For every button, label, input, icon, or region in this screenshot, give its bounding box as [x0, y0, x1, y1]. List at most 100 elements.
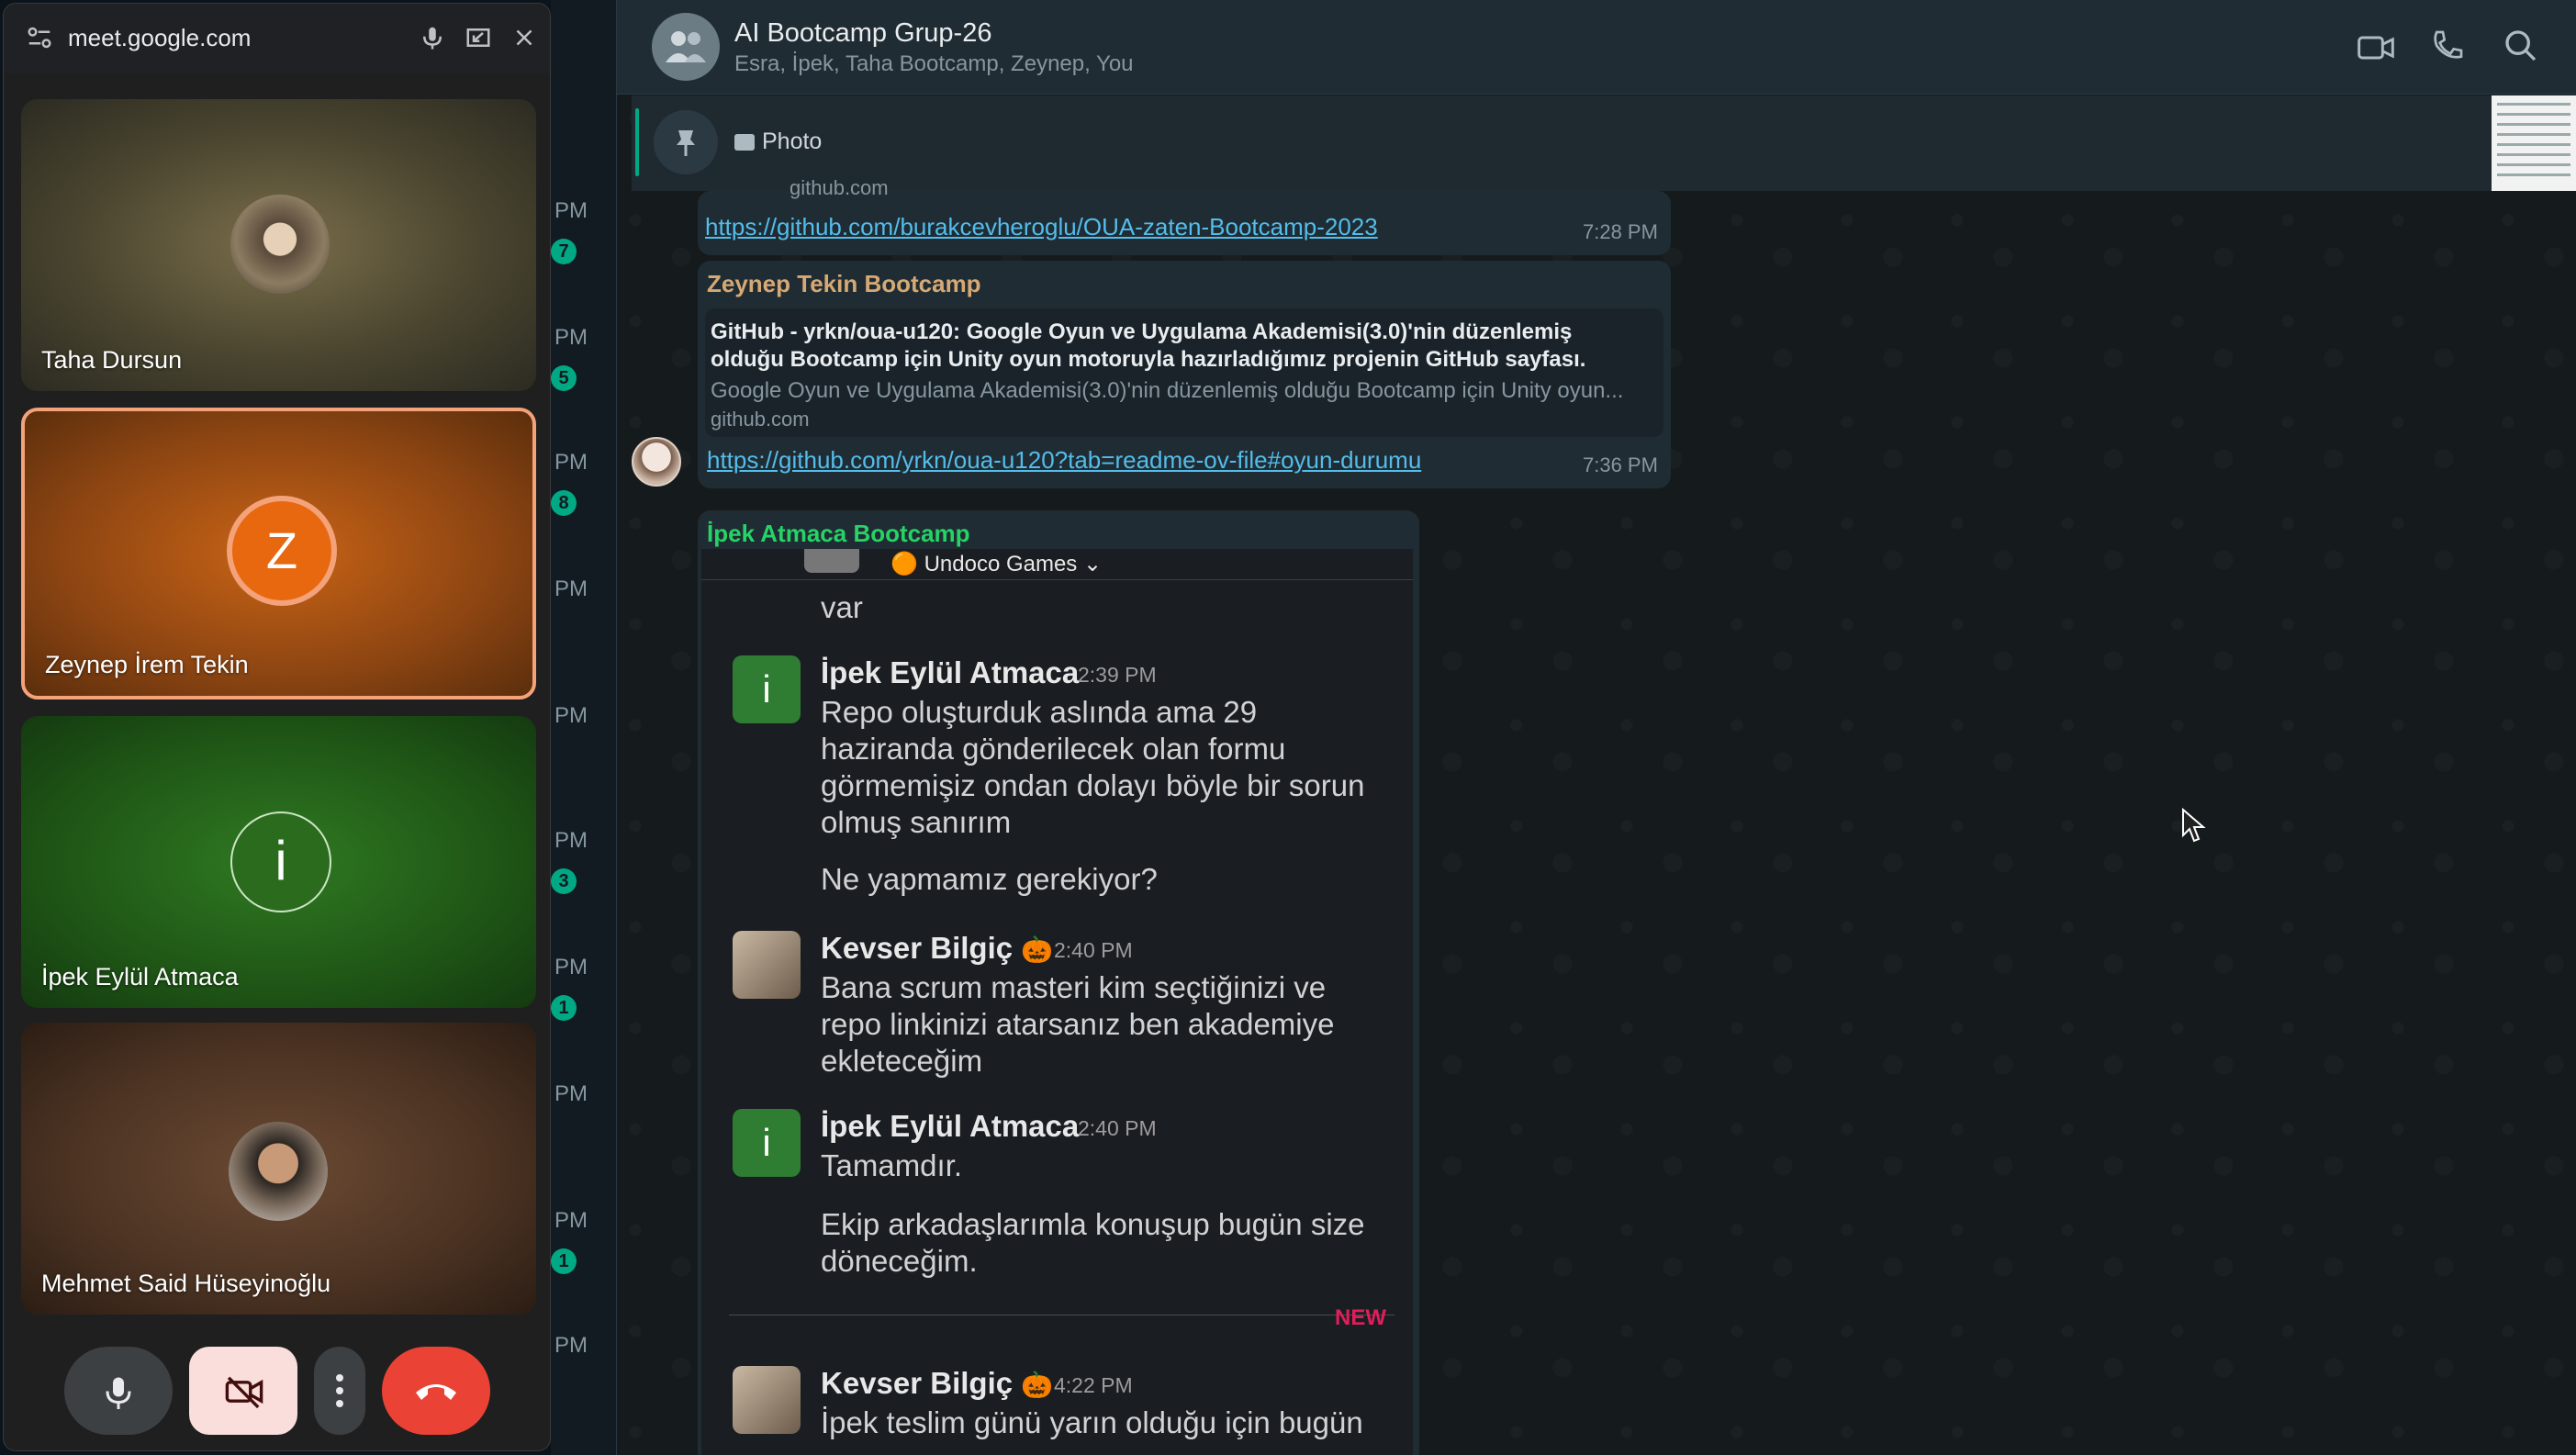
slack-time: 2:39 PM — [1078, 663, 1157, 687]
more-vert-icon — [336, 1374, 343, 1407]
message-link[interactable]: https://github.com/burakcevheroglu/OUA-z… — [705, 213, 1378, 241]
pin-indicator — [635, 108, 639, 176]
participant-avatar — [230, 195, 330, 294]
slack-text: olmuş sanırım — [821, 805, 1012, 839]
mic-button[interactable] — [64, 1347, 173, 1435]
slack-avatar: i — [733, 655, 801, 723]
pinned-label-text: Photo — [762, 129, 823, 154]
slack-text: haziranda gönderilecek olan formu — [821, 732, 1286, 766]
video-call-icon[interactable] — [2356, 28, 2396, 68]
slack-text: Ne yapmamız gerekiyor? — [821, 862, 1158, 896]
pumpkin-emoji: 🎃 — [1021, 935, 1054, 964]
participant-tile[interactable]: i İpek Eylül Atmaca — [21, 716, 536, 1008]
chat-time: PM — [554, 828, 588, 853]
mouse-cursor-icon — [2182, 808, 2206, 843]
group-icon — [666, 31, 706, 62]
chat-time: PM — [554, 450, 588, 475]
back-to-tab-icon[interactable] — [465, 24, 494, 53]
pinned-message-bar[interactable] — [632, 95, 2576, 191]
participant-name: Taha Dursun — [41, 346, 183, 374]
slack-header-cut: 🟠 Undoco Games ⌄ — [701, 549, 1413, 580]
slack-avatar — [733, 1366, 801, 1434]
workspace-avatar — [804, 549, 859, 573]
slack-author-text: Kevser Bilgiç — [821, 1366, 1014, 1400]
close-icon[interactable] — [510, 24, 540, 53]
preview-description: Google Oyun ve Uygulama Akademisi(3.0)'n… — [711, 378, 1624, 403]
message-bubble[interactable]: github.com https://github.com/burakcevhe… — [698, 176, 1671, 255]
preview-domain: github.com — [711, 408, 810, 431]
group-members: Esra, İpek, Taha Bootcamp, Zeynep, You — [734, 51, 1134, 76]
link-preview-domain: github.com — [790, 176, 889, 199]
slack-time: 2:40 PM — [1054, 938, 1133, 962]
slack-author: İpek Eylül Atmaca — [821, 655, 1080, 689]
unread-badge: 5 — [551, 365, 577, 391]
pinned-photo-label: Photo — [734, 129, 822, 155]
slack-text: repo linkinizi atarsanız ben akademiye — [821, 1007, 1335, 1041]
slack-text: görmemişiz ondan dolayı böyle bir sorun — [821, 768, 1365, 802]
slack-time: 4:22 PM — [1054, 1373, 1133, 1397]
slack-text: Ekip arkadaşlarımla konuşup bugün size — [821, 1207, 1365, 1241]
slack-text: döneceğim. — [821, 1244, 978, 1278]
link-preview-card[interactable]: GitHub - yrkn/oua-u120: Google Oyun ve U… — [705, 308, 1663, 437]
sender-avatar[interactable] — [632, 437, 681, 487]
group-name: AI Bootcamp Grup-26 — [734, 18, 992, 48]
leave-call-button[interactable] — [382, 1347, 490, 1435]
chat-list-strip: PM 7 PM 5 PM 8 PM PM PM 3 PM 1 PM PM 1 P… — [551, 0, 617, 1455]
unread-badge: 1 — [551, 995, 577, 1021]
participant-name: Zeynep İrem Tekin — [45, 651, 249, 678]
slack-author-text: Kevser Bilgiç — [821, 931, 1014, 965]
slack-time: 2:40 PM — [1078, 1116, 1157, 1140]
participant-name: İpek Eylül Atmaca — [41, 963, 239, 991]
unread-badge: 3 — [551, 868, 577, 894]
camera-off-button[interactable] — [189, 1347, 297, 1435]
more-options-button[interactable] — [314, 1347, 365, 1435]
slack-author: İpek Eylül Atmaca — [821, 1109, 1080, 1143]
participant-tile[interactable]: Taha Dursun — [21, 99, 536, 391]
camera-icon — [734, 134, 755, 151]
slack-screenshot-image[interactable]: 🟠 Undoco Games ⌄ var i İpek Eylül Atmaca… — [701, 549, 1413, 1455]
chat-time: PM — [554, 1081, 588, 1106]
message-time: 7:28 PM — [1583, 220, 1658, 243]
unread-badge: 1 — [551, 1248, 577, 1274]
search-icon[interactable] — [2503, 28, 2543, 68]
microphone-icon — [106, 1377, 131, 1409]
group-avatar[interactable] — [652, 13, 720, 81]
message-link[interactable]: https://github.com/yrkn/oua-u120?tab=rea… — [707, 446, 1421, 475]
participant-avatar — [229, 1122, 328, 1221]
slack-text: İpek teslim günü yarın olduğu için bugün — [821, 1405, 1363, 1439]
slack-text: ekleteceğim — [821, 1044, 983, 1078]
unread-badge: 7 — [551, 239, 577, 264]
message-sender: İpek Atmaca Bootcamp — [707, 520, 970, 547]
slack-text: Bana scrum masteri kim seçtiğinizi ve — [821, 970, 1327, 1004]
pinned-thumbnail[interactable] — [2492, 95, 2576, 191]
microphone-icon[interactable] — [419, 24, 448, 53]
voice-call-icon[interactable] — [2429, 28, 2470, 68]
new-label: NEW — [1335, 1305, 1386, 1330]
hang-up-icon — [416, 1384, 456, 1400]
site-settings-icon[interactable] — [26, 24, 55, 53]
slack-text: Tamamdır. — [821, 1148, 963, 1182]
participant-name: Mehmet Said Hüseyinoğlu — [41, 1270, 331, 1297]
participant-tile-active-speaker[interactable]: Z Zeynep İrem Tekin — [21, 408, 536, 700]
chat-header[interactable]: AI Bootcamp Grup-26 Esra, İpek, Taha Boo… — [617, 0, 2576, 95]
message-sender: Zeynep Tekin Bootcamp — [707, 270, 981, 297]
chat-time: PM — [554, 955, 588, 979]
slack-text: var — [821, 590, 863, 624]
slack-avatar: i — [733, 1109, 801, 1177]
message-bubble[interactable]: Zeynep Tekin Bootcamp GitHub - yrkn/oua-… — [698, 261, 1671, 488]
chat-time: PM — [554, 703, 588, 728]
meet-pip-window[interactable]: meet.google.com Taha Dursun Z Zeynep İre… — [3, 3, 551, 1451]
chat-time: PM — [554, 1333, 588, 1358]
slack-avatar — [733, 931, 801, 999]
pin-icon[interactable] — [654, 110, 718, 174]
preview-title-line-1: GitHub - yrkn/oua-u120: Google Oyun ve U… — [711, 319, 1573, 344]
camera-off-icon — [225, 1376, 263, 1409]
participant-initial-avatar: i — [230, 811, 331, 912]
slack-text: Repo oluşturduk aslında ama 29 — [821, 695, 1258, 729]
slack-author: Kevser Bilgiç 🎃 — [821, 931, 1053, 966]
participant-tile[interactable]: Mehmet Said Hüseyinoğlu — [21, 1023, 536, 1315]
workspace-name: 🟠 Undoco Games ⌄ — [890, 552, 1103, 576]
participant-initial-avatar: Z — [227, 496, 337, 606]
chat-time: PM — [554, 325, 588, 350]
workspace-label: Undoco Games — [924, 552, 1078, 576]
